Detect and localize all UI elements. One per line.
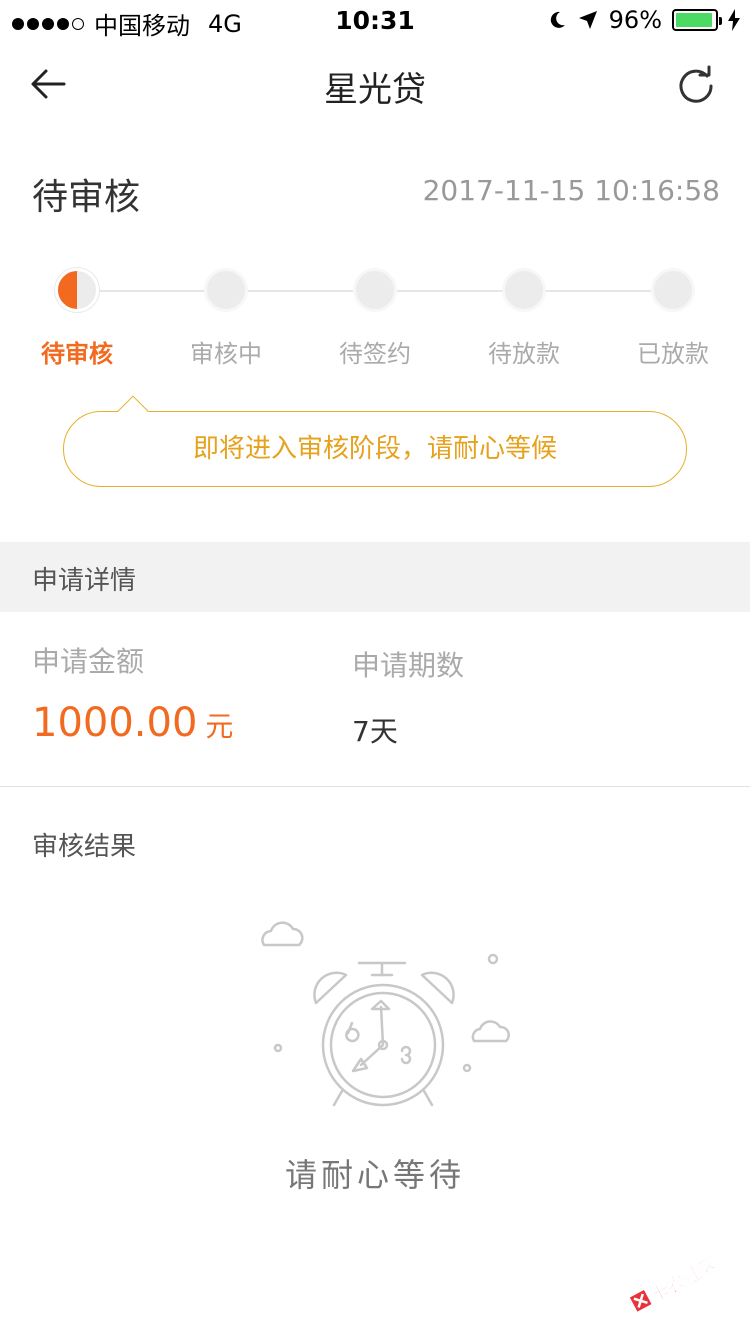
notice-bubble: 即将进入审核阶段，请耐心等候 [63,395,687,487]
step-label-loaned: 已放款 [637,340,709,368]
battery-level [676,13,713,27]
step-dot-loaned [651,268,695,312]
step-label-reviewing: 审核中 [190,340,262,368]
location-arrow-icon [578,11,597,29]
step-label-pending-loan: 待放款 [488,340,560,368]
alarm-clock-icon [261,921,510,1107]
step-label-pending-review: 待审核 [41,340,113,368]
watermark-logo: 卡农社区 [629,1253,721,1312]
section-header-details: 申请详情 [0,542,750,612]
progress-stepper: 待审核 审核中 待签约 待放款 已放款 [0,262,750,372]
svg-text:卡农社区: 卡农社区 [647,1253,721,1306]
battery-percent: 96% [608,6,662,34]
page-title: 星光贷 [324,70,426,110]
moon-icon [550,11,565,28]
status-bar: 中国移动 4G 10:31 96% [0,0,750,40]
navigation-bar: 星光贷 [0,40,750,130]
order-timestamp: 2017-11-15 10:16:58 [422,174,720,207]
amount-label: 申请金额 [32,645,145,678]
step-dot-pending-loan [502,268,546,312]
step-dot-pending-sign [353,268,397,312]
amount-unit: 元 [205,710,234,743]
term-label: 申请期数 [352,649,465,682]
divider [0,786,750,787]
amount-value: 1000.00 元 [32,700,233,746]
refresh-icon[interactable] [676,64,716,104]
status-right: 96% [547,6,740,34]
step-label-pending-sign: 待签约 [339,340,411,368]
term-value: 7天 [352,715,398,748]
wait-text: 请耐心等待 [284,1156,465,1194]
battery-icon [672,9,722,31]
amount-number: 1000.00 [32,700,198,746]
notice-text: 即将进入审核阶段，请耐心等候 [192,434,557,464]
step-dot-reviewing [204,268,248,312]
step-dot-pending-review [55,268,99,312]
result-title: 审核结果 [32,832,137,862]
charging-bolt-icon [728,9,740,31]
section-title: 申请详情 [32,566,137,596]
order-status: 待审核 [32,177,141,218]
